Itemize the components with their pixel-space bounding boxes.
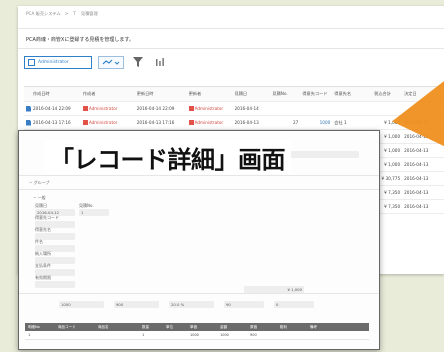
column-header[interactable]: 更新日時 — [137, 91, 189, 97]
grid-col-header[interactable]: 商品名 — [95, 325, 139, 330]
org-select[interactable]: Administrator — [24, 55, 92, 69]
detail-top-field — [289, 151, 359, 158]
table-cell: 2016-04-13 — [404, 162, 429, 167]
checkbox-icon — [28, 58, 35, 66]
profit-field[interactable]: 90 — [224, 301, 264, 308]
profit-value: 90 — [226, 302, 231, 307]
grid-col-header[interactable]: 備考 — [307, 325, 347, 330]
table-cell: 2016-04-13 17:16 — [32, 120, 71, 125]
cost-field[interactable]: 900 — [114, 301, 159, 308]
table-cell: 2016-04-14 22:09 — [32, 106, 71, 111]
table-cell: 2016-04-13 — [404, 190, 429, 195]
table-cell: 27 — [293, 120, 299, 125]
table-cell: 2016-04-13 — [234, 120, 259, 125]
grid-col-header[interactable]: 数量 — [139, 325, 163, 330]
grid-col-header[interactable]: 商品コード — [55, 325, 95, 330]
table-cell: 2016-04-14 22:09 — [136, 106, 175, 111]
section-info-label: − 一般 — [33, 195, 46, 200]
document-icon-shape — [25, 105, 31, 112]
table-row[interactable]: 2016-04-13 17:16 Administrator 2016-04-13 … — [24, 116, 444, 130]
filter-icon — [133, 57, 143, 67]
detail-grid: 明細No 商品コード 商品名 数量 単位 単価 金額 原価 粗利 備考 1 1 … — [25, 323, 369, 340]
amount-value: 1000 — [61, 302, 71, 307]
misc-field[interactable]: 0 — [274, 301, 314, 308]
document-icon[interactable] — [24, 105, 33, 112]
divider — [18, 48, 444, 49]
columns-button[interactable] — [152, 55, 168, 69]
grid-col-header[interactable]: 単価 — [187, 325, 217, 330]
detail-grid-row[interactable]: 1 1 1000 1000 900 — [25, 331, 369, 340]
column-header[interactable]: 作成者 — [83, 91, 137, 97]
group-label: − グループ — [29, 180, 50, 185]
total-field[interactable]: ¥ 1,000 — [244, 286, 304, 293]
column-header[interactable]: 見積日 — [235, 91, 273, 97]
grid-cell: 1 — [28, 333, 31, 337]
divider — [19, 293, 379, 294]
document-icon[interactable] — [24, 119, 33, 126]
grid-cell: 1 — [142, 333, 145, 337]
line-chart-icon — [102, 59, 120, 65]
table-row[interactable]: 2016-04-14 22:09 Administrator 2016-04-14 … — [24, 102, 444, 116]
column-header[interactable]: 税込合計 — [374, 91, 404, 97]
table-cell[interactable]: 1000 — [302, 120, 334, 125]
user-avatar-icon — [188, 120, 194, 125]
table-cell: 2016-04-13 — [404, 204, 429, 209]
grid-col-header[interactable]: 明細No — [25, 325, 55, 330]
user-cell: Administrator — [188, 120, 235, 125]
table-cell: 会社 1 — [334, 119, 347, 125]
user-name[interactable]: Administrator — [195, 120, 224, 125]
misc-value: 0 — [276, 302, 279, 307]
user-avatar-icon — [188, 106, 194, 111]
user-name[interactable]: Administrator — [195, 106, 224, 111]
table-cell: 2016-04-13 — [404, 148, 429, 153]
user-cell: Administrator — [82, 106, 137, 111]
user-cell: Administrator — [82, 120, 137, 125]
rate-field[interactable]: 20.0 % — [169, 301, 214, 308]
field-value: 1 — [81, 210, 84, 215]
org-select-value: Administrator — [38, 59, 69, 65]
grid-col-header[interactable]: 単位 — [163, 325, 187, 330]
field-input[interactable] — [35, 281, 75, 288]
user-avatar-icon — [82, 120, 88, 125]
column-header[interactable]: 得意先コード — [302, 91, 334, 97]
table-cell: 2016-04-13 17:16 — [136, 120, 175, 125]
chart-dropdown-button[interactable] — [98, 55, 124, 69]
user-name[interactable]: Administrator — [89, 106, 118, 111]
column-header[interactable]: 作成日時 — [33, 91, 83, 97]
rate-value: 20.0 % — [171, 302, 185, 307]
total-value: ¥ 1,000 — [287, 287, 303, 292]
table-header-row: 作成日時 作成者 更新日時 更新者 見積日 見積No. 得意先コード 得意先名 … — [24, 86, 444, 102]
field-input[interactable]: 1 — [79, 209, 109, 216]
detail-grid-header: 明細No 商品コード 商品名 数量 単位 単価 金額 原価 粗利 備考 — [25, 323, 369, 331]
column-header[interactable]: 見積No. — [272, 91, 302, 97]
table-cell: 2016-04-13 — [404, 176, 429, 181]
toolbar: Administrator — [24, 53, 168, 71]
grid-cell: 1000 — [190, 333, 199, 337]
grid-col-header[interactable]: 原価 — [247, 325, 277, 330]
divider — [18, 28, 444, 29]
divider — [19, 189, 379, 190]
grid-cell: 1000 — [220, 333, 229, 337]
breadcrumb[interactable]: PCA 販売システム > Ｔ 見積管理 — [26, 11, 98, 17]
filter-button[interactable] — [130, 55, 146, 69]
column-header[interactable]: 更新者 — [189, 91, 235, 97]
grid-cell: 900 — [250, 333, 257, 337]
page-subtitle: PCA商魂・商管Xに登録する見積を管理します。 — [26, 37, 134, 43]
table-cell: 2016-04-14 — [234, 106, 259, 111]
cost-value: 900 — [116, 302, 124, 307]
user-avatar-icon — [82, 106, 88, 111]
user-cell: Administrator — [188, 106, 235, 111]
document-icon-shape — [25, 119, 31, 126]
columns-icon — [156, 58, 164, 66]
column-header[interactable]: 得意先名 — [334, 91, 374, 97]
detail-screen-banner: 「レコード詳細」画面 — [44, 140, 291, 174]
divider — [19, 175, 379, 176]
grid-col-header[interactable]: 金額 — [217, 325, 247, 330]
user-name[interactable]: Administrator — [89, 120, 118, 125]
amount-field[interactable]: 1000 — [59, 301, 104, 308]
grid-col-header[interactable]: 粗利 — [277, 325, 307, 330]
